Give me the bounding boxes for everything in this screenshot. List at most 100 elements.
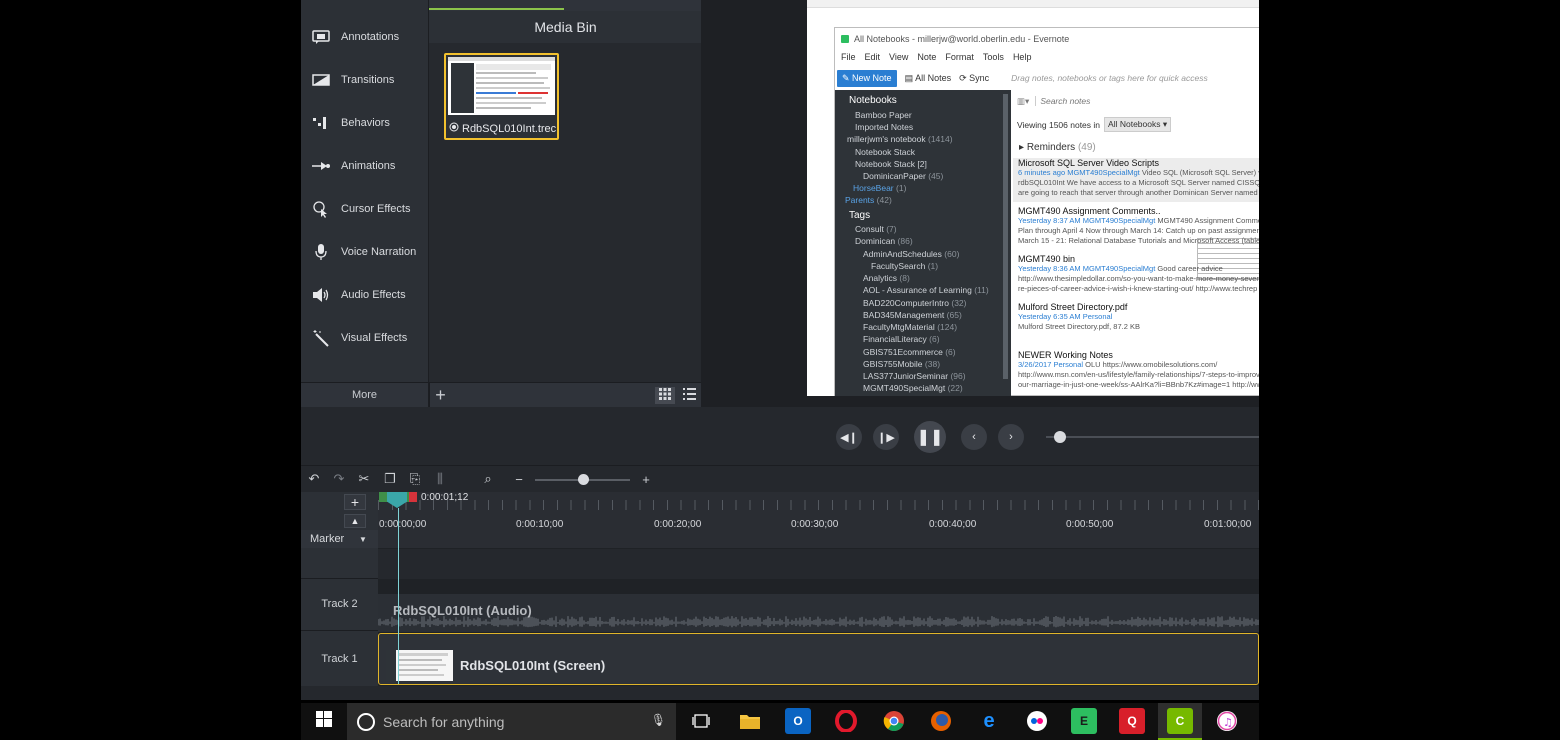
more-button[interactable]: More [301,382,428,407]
search-notes-input[interactable]: Search notes [1035,96,1090,106]
empty-lane[interactable] [378,549,1259,579]
menu-item[interactable]: Help [1013,52,1032,62]
audio-clip[interactable]: RdbSQL010Int (Audio) [378,594,1259,632]
notebook-tree-item[interactable]: FinancialLiteracy (6) [863,334,940,344]
collapse-tracks-button[interactable]: ▲ [344,514,366,528]
grid-view-button[interactable] [655,387,675,404]
sidebar-item-cursor-effects[interactable]: Cursor Effects [301,189,428,229]
sidebar-item-voice-narration[interactable]: Voice Narration [301,232,428,272]
notebook-tree-item[interactable]: Tags [849,210,870,221]
notebook-tree-item[interactable]: millerjwm's notebook (1414) [847,134,953,144]
preview-scrub-handle[interactable] [1054,431,1066,443]
zoom-in-icon[interactable]: + [638,471,654,487]
screen-clip[interactable]: RdbSQL010Int (Screen) [378,633,1259,685]
add-media-button[interactable]: + [429,383,451,408]
qlik-icon[interactable]: Q [1119,708,1145,734]
notebook-tree-item[interactable]: HorseBear (1) [853,183,906,193]
notebook-tree-item[interactable]: Notebooks [849,95,897,106]
note-list-item[interactable]: Mulford Street Directory.pdf Yesterday 6:… [1013,302,1259,346]
edge-icon[interactable]: e [976,708,1002,734]
sync-button[interactable]: ⟳ Sync [959,73,989,84]
notebook-tree-item[interactable]: LAS377JuniorSeminar (96) [863,371,966,381]
sidebar-item-animations[interactable]: Animations [301,146,428,186]
notebook-tree-item[interactable]: Bamboo Paper [855,110,912,120]
flickr-icon[interactable] [1024,708,1050,734]
sidebar-item-annotations[interactable]: Annotations [301,17,428,57]
redo-icon[interactable]: ↷ [331,471,347,487]
menu-item[interactable]: Tools [983,52,1004,62]
notebook-tree-item[interactable]: GBIS755Mobile (38) [863,359,940,369]
microphone-icon[interactable]: 🎙︎ [651,713,666,727]
firefox-icon[interactable] [928,708,954,734]
menu-item[interactable]: Format [945,52,974,62]
sidebar-item-audio-effects[interactable]: Audio Effects [301,275,428,315]
note-list-item[interactable]: MGMT490 bin Yesterday 8:36 AM MGMT490Spec… [1013,254,1259,298]
menu-item[interactable]: Note [917,52,936,62]
notebook-tree-item[interactable]: Imported Notes [855,122,913,132]
note-list-item[interactable]: NEWER Working Notes 3/26/2017 Personal OL… [1013,350,1259,396]
preview-scrub-track[interactable] [1046,436,1259,438]
start-button[interactable] [301,703,346,740]
notebook-tree-item[interactable]: BAD345Management (65) [863,310,962,320]
notebook-tree-item[interactable]: BAD220ComputerIntro (32) [863,298,967,308]
notebook-tree-item[interactable]: Analytics (8) [863,273,910,283]
zoom-out-icon[interactable]: − [511,471,527,487]
timeline-ruler[interactable]: 0:00:01;12 0:00:00;00 0:00:10;00 0:00:20… [378,492,1259,530]
notebook-tree-item[interactable]: Notebook Stack [2] [855,159,927,169]
notebook-filter-dropdown[interactable]: All Notebooks ▾ [1104,117,1172,132]
zoom-slider-handle[interactable] [578,474,589,485]
marker-lane[interactable] [378,530,1259,548]
taskbar-search[interactable]: Search for anything 🎙︎ [347,703,676,740]
notebook-tree-item[interactable]: DominicanPaper (45) [863,171,943,181]
copy-icon[interactable]: ❐ [382,471,398,487]
reminders-header[interactable]: ▸ Reminders (49) [1019,142,1096,153]
evernote-icon[interactable]: E [1071,708,1097,734]
note-list-item[interactable]: Microsoft SQL Server Video Scripts 6 minu… [1013,158,1259,202]
menu-item[interactable]: Edit [865,52,881,62]
all-notes-button[interactable]: ▤ All Notes [905,73,952,84]
opera-icon[interactable] [833,708,859,734]
notebook-tree-item[interactable]: Parents (42) [845,195,892,205]
outlook-icon[interactable]: O [785,708,811,734]
sidebar-item-behaviors[interactable]: Behaviors [301,103,428,143]
previous-clip-button[interactable]: ‹ [961,424,987,450]
media-clip[interactable]: RdbSQL010Int.trec [444,53,559,140]
notebook-tree-item[interactable]: AOL - Assurance of Learning (11) [863,285,989,295]
sidebar-scrollbar[interactable] [1003,94,1008,379]
notebook-tree-item[interactable]: MGMT490SpecialMgt (22) [863,383,963,393]
step-forward-button[interactable]: ❙▶ [873,424,899,450]
notebook-tree-item[interactable]: FacultySearch (1) [871,261,938,271]
selection-end[interactable] [409,492,417,502]
notebook-tree-item[interactable]: GBIS751Ecommerce (6) [863,347,956,357]
view-options-icon[interactable]: ▥▾ [1017,96,1029,107]
list-view-button[interactable] [679,387,699,404]
marker-toggle[interactable]: Marker ▼ [301,530,378,548]
notebook-tree-item[interactable]: Dominican (86) [855,236,913,246]
menu-item[interactable]: View [889,52,908,62]
file-explorer-icon[interactable] [737,708,763,734]
notebook-tree-item[interactable]: Notebook Stack [855,147,915,157]
new-note-button[interactable]: ✎ New Note [837,69,897,87]
note-list-item[interactable]: MGMT490 Assignment Comments.. Yesterday 8… [1013,206,1259,250]
taskbar-search-input[interactable]: Search for anything [383,714,504,730]
sidebar-item-transitions[interactable]: Transitions [301,60,428,100]
camtasia-icon[interactable]: C [1167,708,1193,734]
zoom-fit-icon[interactable]: ⌕ [480,471,496,487]
cut-icon[interactable]: ✂ [356,471,372,487]
search-bar[interactable]: ▥▾ Search notes [1017,94,1259,108]
menu-item[interactable]: File [841,52,856,62]
notebook-tree-item[interactable]: Consult (7) [855,224,897,234]
notebook-tree-item[interactable]: FacultyMtgMaterial (124) [863,322,957,332]
paste-icon[interactable]: ⎘ [407,471,423,487]
undo-icon[interactable]: ↶ [306,471,322,487]
task-view-icon[interactable] [688,708,714,734]
chrome-icon[interactable] [881,708,907,734]
canvas-preview[interactable]: All Notebooks - millerjw@world.oberlin.e… [807,0,1259,396]
track-1-header[interactable]: Track 1 [301,630,378,686]
itunes-icon[interactable]: ♫ [1214,708,1240,734]
add-track-button[interactable]: + [344,494,366,510]
pause-button[interactable]: ❚❚ [914,421,946,453]
notebook-tree-item[interactable]: AdminAndSchedules (60) [863,249,959,259]
sidebar-item-visual-effects[interactable]: Visual Effects [301,318,428,358]
step-back-button[interactable]: ◀❙ [836,424,862,450]
